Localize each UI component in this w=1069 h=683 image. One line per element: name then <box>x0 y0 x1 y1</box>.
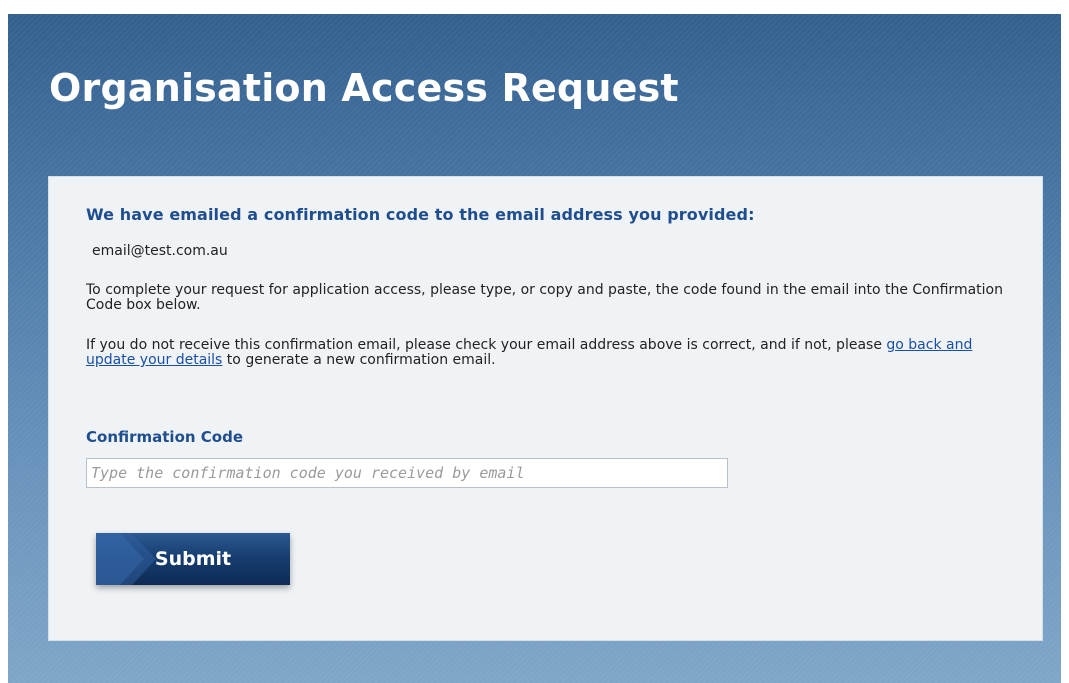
resend-help-text-end: to generate a new confirmation email. <box>222 352 496 368</box>
confirmation-code-label: Confirmation Code <box>86 428 244 446</box>
confirmation-panel: We have emailed a confirmation code to t… <box>48 176 1043 641</box>
page-background: Organisation Access Request We have emai… <box>8 14 1061 683</box>
chevron-right-icon <box>96 533 156 585</box>
confirmation-heading: We have emailed a confirmation code to t… <box>86 205 755 224</box>
provided-email: email@test.com.au <box>92 243 228 259</box>
submit-button-label: Submit <box>154 548 232 570</box>
submit-button[interactable]: Submit <box>96 533 290 585</box>
confirmation-code-input[interactable] <box>86 458 728 488</box>
page-title: Organisation Access Request <box>49 66 679 110</box>
resend-help-paragraph: If you do not receive this confirmation … <box>86 338 1016 368</box>
resend-help-text-start: If you do not receive this confirmation … <box>86 337 887 353</box>
instructions-paragraph: To complete your request for application… <box>86 282 1003 313</box>
